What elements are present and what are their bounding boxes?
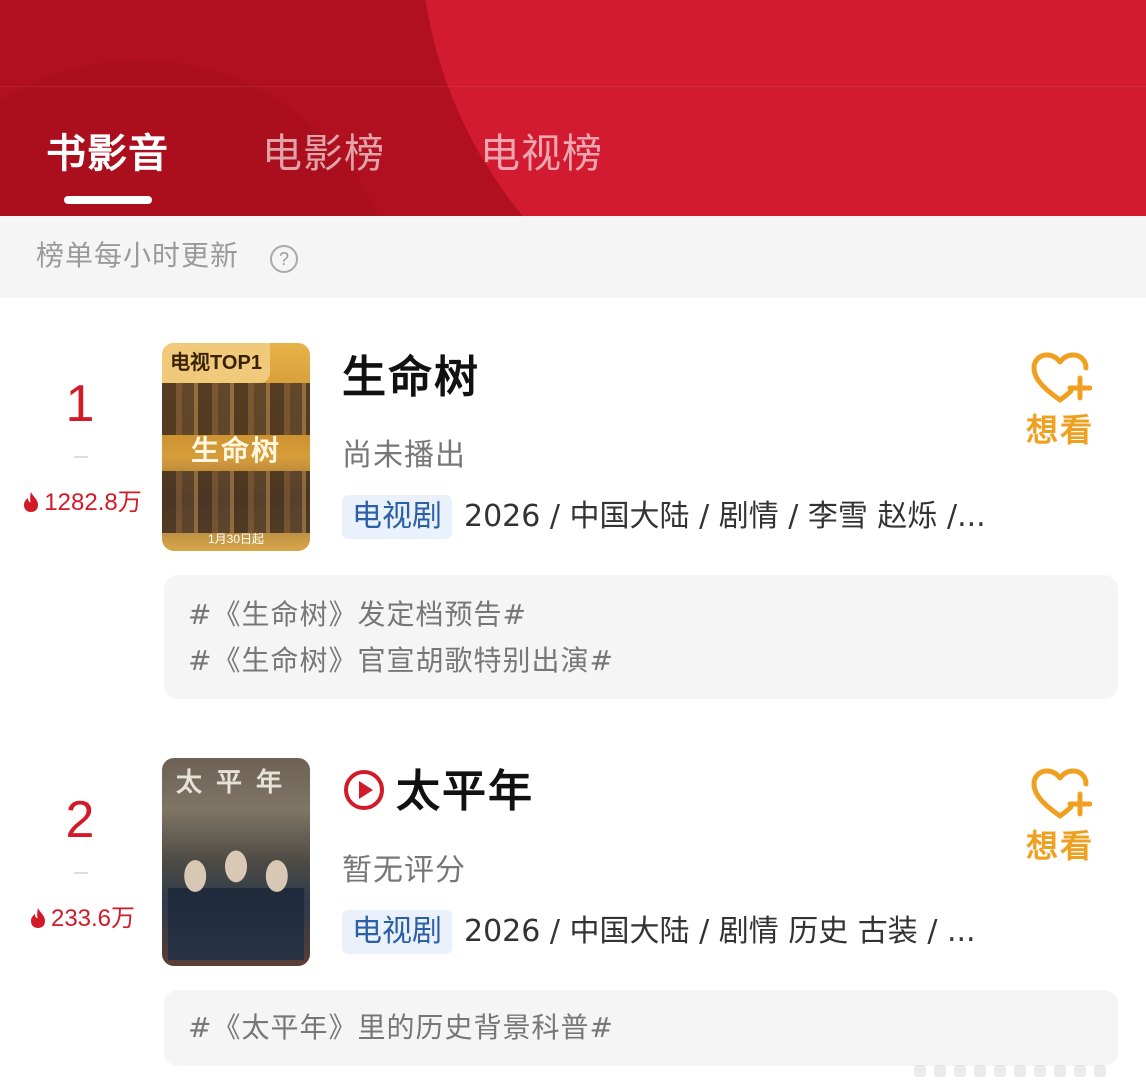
poster-title: 生命树	[190, 434, 281, 467]
want-to-watch-button[interactable]: 想看	[1010, 350, 1110, 450]
item-title[interactable]: 太平年	[396, 766, 534, 817]
tab-tv-chart[interactable]: 电视榜	[480, 130, 603, 178]
heart-plus-icon	[1031, 352, 1093, 403]
title-row: 太平年	[342, 764, 534, 820]
topic-link[interactable]: #《生命树》发定档预告#	[188, 597, 527, 633]
poster-image[interactable]: 太平年	[162, 758, 310, 966]
rank-number: 1	[65, 375, 95, 433]
poster-decoration	[162, 383, 310, 435]
fire-icon	[24, 492, 39, 512]
update-notice-text: 榜单每小时更新	[36, 239, 240, 272]
related-topics: #《太平年》里的历史背景科普#	[164, 990, 1118, 1066]
item-title[interactable]: 生命树	[342, 352, 480, 403]
header: 书影音 电影榜 电视榜	[0, 0, 1146, 216]
poster-image[interactable]: 生命树 电视TOP1 1月30日起	[162, 343, 310, 551]
heat-value: 233.6万	[2, 904, 162, 934]
heart-plus-icon	[1031, 768, 1093, 819]
watermark	[914, 1062, 1134, 1080]
heat-text: 1282.8万	[44, 489, 142, 516]
question-circle-icon[interactable]: ?	[270, 245, 298, 273]
type-tag: 电视剧	[342, 495, 452, 539]
want-to-watch-label: 想看	[1025, 827, 1094, 865]
fire-icon	[30, 908, 45, 928]
rank-number: 2	[65, 791, 95, 849]
rating-status: 暂无评分	[342, 853, 466, 888]
poster-release-date: 1月30日起	[207, 532, 265, 546]
rank-change-indicator	[74, 456, 88, 458]
play-circle-icon[interactable]	[342, 768, 386, 812]
heat-value: 1282.8万	[2, 488, 162, 518]
want-to-watch-button[interactable]: 想看	[1010, 766, 1110, 866]
rank-change-indicator	[74, 872, 88, 874]
meta-info: 2026 / 中国大陆 / 剧情 / 李雪 赵烁 /...	[464, 499, 986, 534]
poster-decoration	[168, 840, 304, 960]
poster-decoration	[162, 471, 310, 533]
topic-link[interactable]: #《太平年》里的历史背景科普#	[188, 1010, 614, 1046]
update-notice-bar: 榜单每小时更新	[0, 216, 1146, 298]
meta-row: 电视剧 2026 / 中国大陆 / 剧情 / 李雪 赵烁 /...	[342, 495, 986, 539]
header-divider	[0, 86, 1146, 87]
related-topics: #《生命树》发定档预告# #《生命树》官宣胡歌特别出演#	[164, 575, 1118, 699]
topic-link[interactable]: #《生命树》官宣胡歌特别出演#	[188, 643, 614, 679]
type-tag: 电视剧	[342, 910, 452, 954]
title-row: 生命树	[342, 350, 480, 406]
active-tab-indicator	[64, 196, 152, 204]
rating-status: 尚未播出	[342, 438, 466, 473]
meta-row: 电视剧 2026 / 中国大陆 / 剧情 历史 古装 / ...	[342, 910, 976, 954]
want-to-watch-label: 想看	[1025, 411, 1094, 449]
tab-movie-chart[interactable]: 电影榜	[262, 130, 385, 178]
poster-top-badge: 电视TOP1	[162, 343, 270, 383]
heat-text: 233.6万	[50, 905, 136, 932]
meta-info: 2026 / 中国大陆 / 剧情 历史 古装 / ...	[464, 914, 976, 949]
tab-bar: 书影音 电影榜 电视榜	[0, 118, 1146, 216]
poster-title: 太平年	[175, 768, 296, 798]
tab-books-movies-music[interactable]: 书影音	[46, 130, 169, 178]
